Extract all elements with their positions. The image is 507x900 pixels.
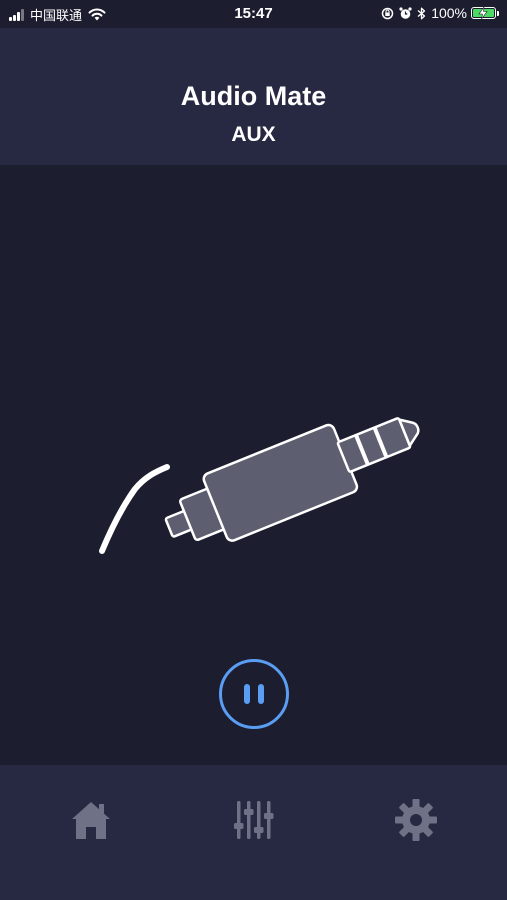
pause-button[interactable]: [219, 659, 289, 729]
home-icon: [72, 802, 110, 839]
gear-icon: [395, 799, 437, 841]
tab-home[interactable]: [68, 797, 114, 843]
alarm-icon: [399, 6, 412, 20]
bluetooth-icon: [417, 7, 426, 20]
tab-equalizer[interactable]: [230, 797, 276, 843]
orientation-lock-icon: [381, 7, 394, 20]
battery-tip: [497, 10, 499, 16]
tab-settings[interactable]: [393, 797, 439, 843]
app-title: Audio Mate: [180, 81, 327, 111]
status-bar-right: 100%: [381, 5, 499, 21]
header: Audio Mate AUX: [0, 28, 507, 165]
tab-bar: [0, 765, 507, 900]
status-bar: 中国联通 15:47 100%: [0, 0, 507, 28]
main-content: [0, 165, 507, 765]
battery-percentage: 100%: [431, 5, 467, 21]
equalizer-icon: [234, 801, 274, 839]
source-subtitle: AUX: [231, 123, 276, 146]
app-screen: 中国联通 15:47 100% Audio Mate AUX: [0, 0, 507, 900]
battery-icon: [471, 7, 496, 19]
